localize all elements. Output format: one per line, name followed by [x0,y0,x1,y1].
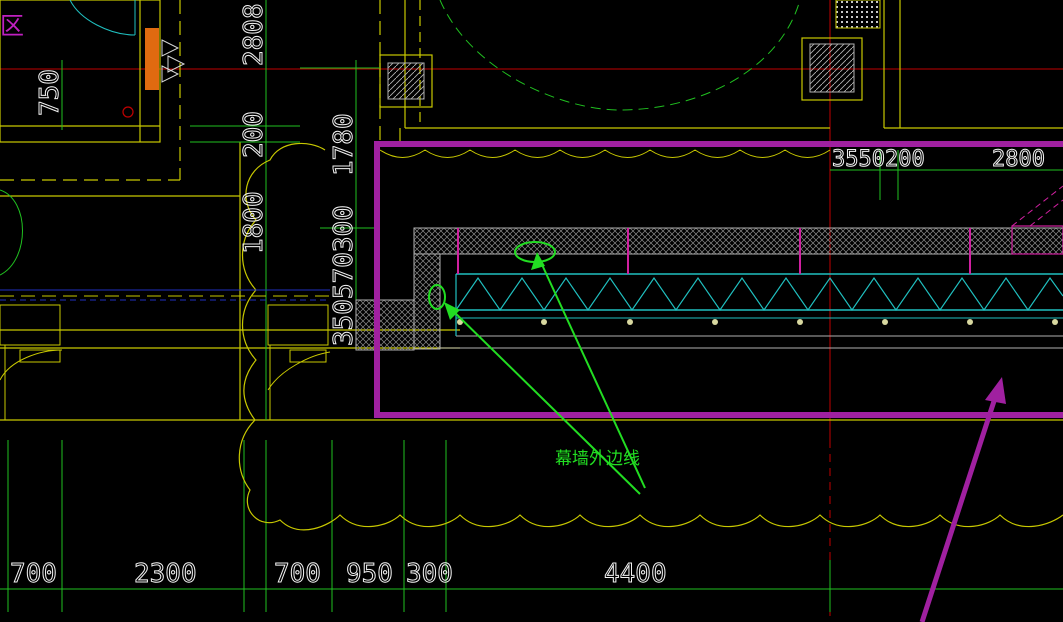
wall-lines [0,0,1063,421]
curtain-wall-hatch-top [413,227,1063,255]
dotted-block [835,0,881,29]
dim-text-2808: 2808 [239,3,269,66]
truss-zigzag [455,276,1063,312]
anchor-points [457,319,1058,325]
dim-text-2300: 2300 [134,559,197,589]
dim-text-1780: 1780 [329,113,359,176]
curtain-wall [355,185,1063,351]
curtain-wall-hatch-left [413,253,441,350]
large-circle-arc [439,0,801,111]
dim-text-350570300: 350570300 [329,205,359,346]
dim-text-950: 950 [346,559,393,589]
orange-fixture [145,28,159,90]
magenta-stair-lines [1011,185,1063,227]
top-cut-label: 区 [0,12,24,40]
dim-text-2800: 2800 [992,147,1045,172]
dim-text-750: 750 [35,69,65,116]
railing-left [0,289,331,420]
cad-drawing-canvas[interactable]: 幕墙外边线 区 700 2300 700 950 300 4400 2808 7… [0,0,1063,622]
left-circle-arc [0,189,23,276]
dim-text-4400: 4400 [604,559,667,589]
curtain-wall-hatch-left-outer [355,299,415,351]
column-right [801,37,863,101]
door-arc-cyan [69,0,136,36]
vertical-dimensions: 2808 750 200 1780 1800 350570300 [35,3,360,347]
dim-text-1800: 1800 [239,191,269,254]
annotation-arrowhead-left [444,302,460,320]
dim-text-200: 200 [239,111,269,158]
column-left [379,54,433,108]
triangle-markers [161,39,186,83]
bottom-dimensions: 700 2300 700 950 300 4400 [10,559,668,590]
red-point-marker [122,106,134,118]
room-outline-left [0,0,161,143]
top-cloud-edge [379,149,831,158]
dim-text-700-b: 700 [274,559,321,589]
highlight-box [374,141,1063,418]
dim-text-300: 300 [406,559,453,589]
dim-text-700-a: 700 [10,559,57,589]
dim-text-3550200: 3550200 [832,147,925,172]
top-right-dimensions: 3550200 2800 [832,147,1046,173]
curtain-wall-annotation-label: 幕墙外边线 [555,449,640,469]
